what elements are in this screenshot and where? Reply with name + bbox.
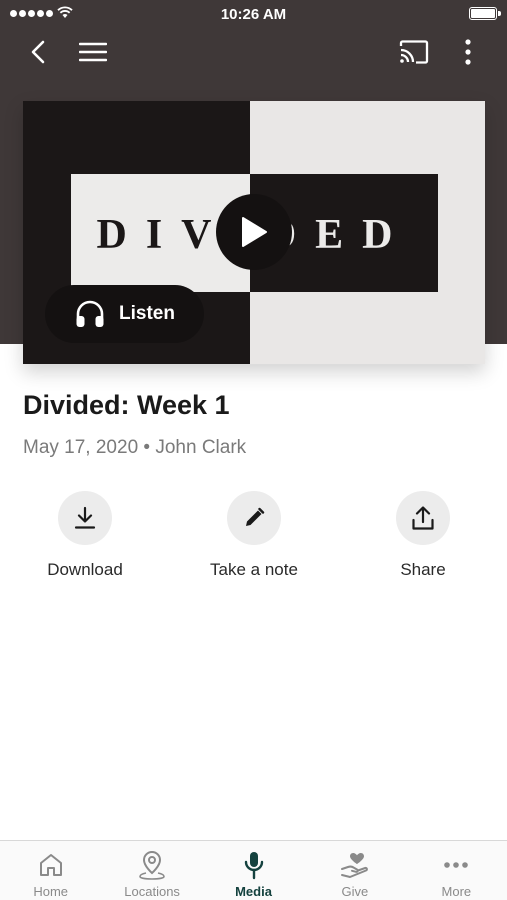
back-button[interactable] [18, 32, 58, 72]
tab-bar: Home Locations Media Give More [0, 840, 507, 900]
cast-icon [399, 40, 429, 64]
battery-icon [469, 7, 501, 20]
sermon-date: May 17, 2020 [23, 437, 139, 458]
location-pin-icon [139, 850, 165, 880]
tab-locations-label: Locations [124, 884, 180, 899]
take-note-button[interactable]: Take a note [189, 491, 319, 580]
listen-button[interactable]: Listen [45, 285, 204, 343]
more-options-button[interactable] [448, 32, 488, 72]
meta-separator: • [143, 437, 151, 458]
share-label: Share [400, 560, 446, 579]
headphones-icon [76, 300, 104, 327]
menu-icon [79, 42, 107, 62]
sermon-title: Divided: Week 1 [23, 390, 230, 420]
tab-home-label: Home [33, 884, 69, 899]
tab-more[interactable]: More [406, 841, 507, 900]
download-icon [74, 506, 96, 529]
share-button[interactable]: Share [358, 491, 488, 580]
status-bar: 10:26 AM [0, 0, 507, 28]
microphone-icon [244, 852, 263, 880]
cast-button[interactable] [394, 32, 434, 72]
download-button[interactable]: Download [20, 491, 150, 580]
share-circle[interactable] [396, 491, 450, 545]
take-note-label: Take a note [210, 560, 298, 579]
play-icon [242, 217, 267, 247]
sermon-artwork: DIVIDED DIVIDED Listen [23, 101, 485, 364]
sermon-meta: May 17, 2020 • John Clark [23, 437, 246, 459]
give-heart-hand-icon [340, 853, 368, 878]
more-vertical-icon [465, 39, 471, 65]
status-time: 10:26 AM [220, 6, 287, 23]
tab-media-label: Media [235, 884, 272, 899]
listen-label: Listen [119, 303, 175, 324]
download-label: Download [47, 560, 123, 579]
back-arrow-icon [31, 40, 45, 64]
take-note-circle[interactable] [227, 491, 281, 545]
pencil-icon [246, 507, 265, 526]
tab-media[interactable]: Media [203, 841, 304, 900]
download-circle[interactable] [58, 491, 112, 545]
tab-give[interactable]: Give [304, 841, 405, 900]
more-dots-icon [444, 862, 469, 868]
tab-home[interactable]: Home [0, 841, 101, 900]
tab-give-label: Give [341, 884, 369, 899]
home-icon [39, 854, 62, 876]
sermon-speaker: John Clark [155, 437, 247, 458]
menu-button[interactable] [73, 32, 113, 72]
tab-locations[interactable]: Locations [101, 841, 202, 900]
tab-more-label: More [441, 884, 472, 899]
share-icon [412, 506, 434, 530]
play-button[interactable] [216, 194, 292, 270]
